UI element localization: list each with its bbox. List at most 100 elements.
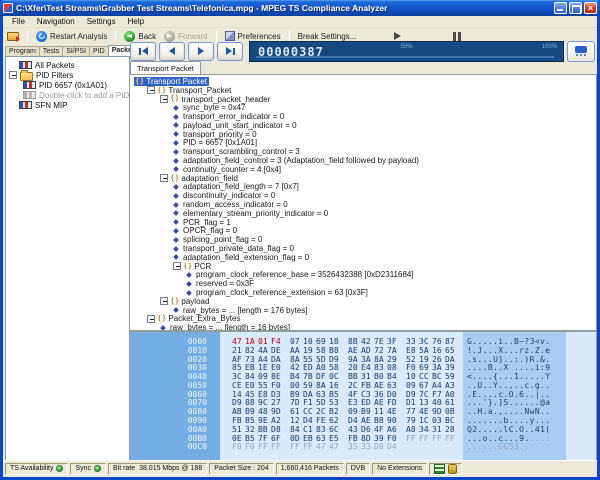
hex-row[interactable]: 0090FBB59EA212D4FE62D4AEB890791C03BC....…: [130, 416, 596, 425]
detail-tree-row[interactable]: splicing_point_flag = 0: [130, 235, 596, 244]
detail-tree-row[interactable]: reserved = 0x3F: [130, 279, 596, 288]
hex-byte: F4: [271, 337, 284, 346]
detail-tree-row[interactable]: adaptation_field_length = 7 [0x7]: [130, 183, 596, 192]
menu-settings[interactable]: Settings: [81, 17, 122, 26]
hex-ascii: .E....c.O.6..|..: [463, 390, 566, 399]
expander-icon[interactable]: [147, 315, 155, 323]
hex-byte: 58: [316, 346, 329, 355]
hex-byte: 61: [445, 398, 458, 407]
expander-icon[interactable]: [147, 86, 155, 94]
detail-tree-row[interactable]: adaptation_field_control = 3 (Adaptation…: [130, 156, 596, 165]
left-tree-item[interactable]: SFN MIP: [6, 100, 129, 110]
restart-analysis-button[interactable]: Restart Analysis: [32, 31, 111, 42]
minimize-button[interactable]: [554, 2, 567, 14]
detail-tree-row[interactable]: discontinuity_indicator = 0: [130, 191, 596, 200]
detail-tree-row[interactable]: random_access_indicator = 0: [130, 200, 596, 209]
hex-byte: D4: [348, 416, 361, 425]
left-tree-item[interactable]: PID Filters: [6, 70, 129, 80]
goto-packet-button[interactable]: [567, 41, 595, 62]
detail-tree-row[interactable]: transport_error_indicator = 0: [130, 112, 596, 121]
hex-row[interactable]: 0080ABB9489D61CC2CB209B9114E774E9D0B..H.…: [130, 407, 596, 416]
detail-tree-row[interactable]: { }Packet_Extra_Bytes: [130, 315, 596, 324]
detail-tree-row[interactable]: payload_unit_start_indicator = 0: [130, 121, 596, 130]
tab-pid[interactable]: PID: [89, 46, 109, 56]
detail-tree-row[interactable]: OPCR_flag = 0: [130, 227, 596, 236]
detail-tree-row[interactable]: continuity_counter = 4 [0x4]: [130, 165, 596, 174]
hex-row[interactable]: 0070D9889C277DF15D53E3EDAEFDD1134061...'…: [130, 399, 596, 408]
detail-tree-row[interactable]: program_clock_reference_extension = 63 […: [130, 288, 596, 297]
hex-byte: F0: [245, 442, 258, 451]
tab-program[interactable]: Program: [5, 46, 40, 56]
hex-byte: 85: [232, 363, 245, 372]
seek-track[interactable]: [256, 56, 554, 58]
menu-file[interactable]: File: [6, 17, 31, 26]
expander-icon[interactable]: [160, 174, 168, 182]
last-packet-button[interactable]: [217, 42, 243, 61]
hex-byte: F0: [406, 363, 419, 372]
hex-byte: D4: [387, 442, 400, 451]
hex-offset: 0050: [130, 381, 220, 390]
menu-help[interactable]: Help: [122, 17, 150, 26]
hex-byte: 0B: [445, 407, 458, 416]
hex-row[interactable]: 00A05132BBD884C1836C43D64FA6A8343128Q2..…: [130, 425, 596, 434]
hex-byte: 62: [329, 416, 342, 425]
hex-row[interactable]: 00C0F0F0FFFFFFFF47473533D0D4......GG53..: [130, 443, 596, 452]
hex-byte: DE: [271, 346, 284, 355]
detail-tree-row[interactable]: { }Transport Packet: [130, 77, 596, 86]
open-file-button[interactable]: [3, 32, 23, 41]
detail-tree-row[interactable]: { }Transport_Packet: [130, 86, 596, 95]
detail-tree-row[interactable]: elementary_stream_priority_indicator = 0: [130, 209, 596, 218]
hex-row[interactable]: 001021824ADEAA1958B8AEAD727AE85A1665!.J.…: [130, 346, 596, 355]
packet-position-display[interactable]: 00000387 50% 100%: [249, 41, 564, 62]
tab-sipsi[interactable]: SI/PSI: [62, 46, 90, 56]
detail-tree-row[interactable]: transport_priority = 0: [130, 130, 596, 139]
hex-row[interactable]: 00403C84098EB47BDF0CBB31B0B410CCBC59<...…: [130, 372, 596, 381]
play-button[interactable]: [394, 32, 401, 40]
expander-icon[interactable]: [173, 262, 181, 270]
hex-row[interactable]: 003085EB1EE042EDA05820E48308F0693A39....…: [130, 363, 596, 372]
detail-tree-row[interactable]: transport_private_data_flag = 0: [130, 244, 596, 253]
hex-byte: D8: [271, 425, 284, 434]
hex-row[interactable]: 0020AF73A4DA8A555DD99A3A8A29521926DA.s..…: [130, 355, 596, 364]
detail-tree-row[interactable]: adaptation_field_extension_flag = 0: [130, 253, 596, 262]
previous-packet-button[interactable]: [159, 42, 185, 61]
hex-byte: 4F: [348, 390, 361, 399]
detail-tree-row[interactable]: program_clock_reference_base = 352643238…: [130, 271, 596, 280]
expander-icon[interactable]: [160, 297, 168, 305]
expander-icon[interactable]: [160, 95, 168, 103]
next-packet-button[interactable]: [188, 42, 214, 61]
field-label: sync_byte = 0x47: [183, 103, 245, 112]
hex-byte: 7B: [303, 372, 316, 381]
hex-row[interactable]: 00601445E8D3B9DA63B54FC336D0D97CF7A0.E..…: [130, 390, 596, 399]
left-tree-item[interactable]: Double-click to add a PID filter: [6, 90, 129, 100]
left-tree-item[interactable]: All Packets: [6, 60, 129, 70]
detail-tree-row[interactable]: raw_bytes = ... [length = 16 bytes]: [130, 323, 596, 331]
detail-tree-row[interactable]: { }PCR: [130, 262, 596, 271]
menu-navigation[interactable]: Navigation: [31, 17, 81, 26]
hex-byte: 9D: [432, 407, 445, 416]
tab-tests[interactable]: Tests: [39, 46, 63, 56]
detail-tree-row[interactable]: { }adaptation_field: [130, 174, 596, 183]
left-tree-label: Double-click to add a PID filter: [39, 91, 130, 100]
detail-tree-row[interactable]: transport_scrambling_control = 3: [130, 147, 596, 156]
detail-tree-row[interactable]: { }transport_packet_header: [130, 95, 596, 104]
window-controls: ×: [554, 2, 597, 14]
expander-icon[interactable]: [9, 71, 17, 79]
hex-row[interactable]: 0050CEE055F000598A162CFBAE630967A4A3..U.…: [130, 381, 596, 390]
tab-transport-packet[interactable]: Transport Packet: [130, 61, 201, 75]
hex-byte: 88: [245, 398, 258, 407]
maximize-button[interactable]: [569, 2, 582, 14]
hex-bytes: 85EB1EE042EDA05820E48308F0693A39: [220, 363, 463, 372]
close-button[interactable]: ×: [584, 2, 597, 14]
left-tree-item[interactable]: PID 6657 (0x1A01): [6, 80, 129, 90]
detail-tree-row[interactable]: PCR_flag = 1: [130, 218, 596, 227]
hex-byte: 77: [406, 407, 419, 416]
selected-node[interactable]: { }Transport Packet: [134, 77, 209, 86]
first-packet-button[interactable]: [130, 42, 156, 61]
detail-tree-row[interactable]: sync_byte = 0x47: [130, 103, 596, 112]
detail-tree-row[interactable]: PID = 6657 [0x1A01]: [130, 139, 596, 148]
detail-tree-row[interactable]: raw_bytes = ... [length = 176 bytes]: [130, 306, 596, 315]
hex-row[interactable]: 0000471A01F4071069188B427E3F333C7687G...…: [130, 337, 596, 346]
hex-row[interactable]: 00B00EB57F6F0DEB63E5FB8D39F0FFFFFFFF...o…: [130, 434, 596, 443]
detail-tree-row[interactable]: { }payload: [130, 297, 596, 306]
